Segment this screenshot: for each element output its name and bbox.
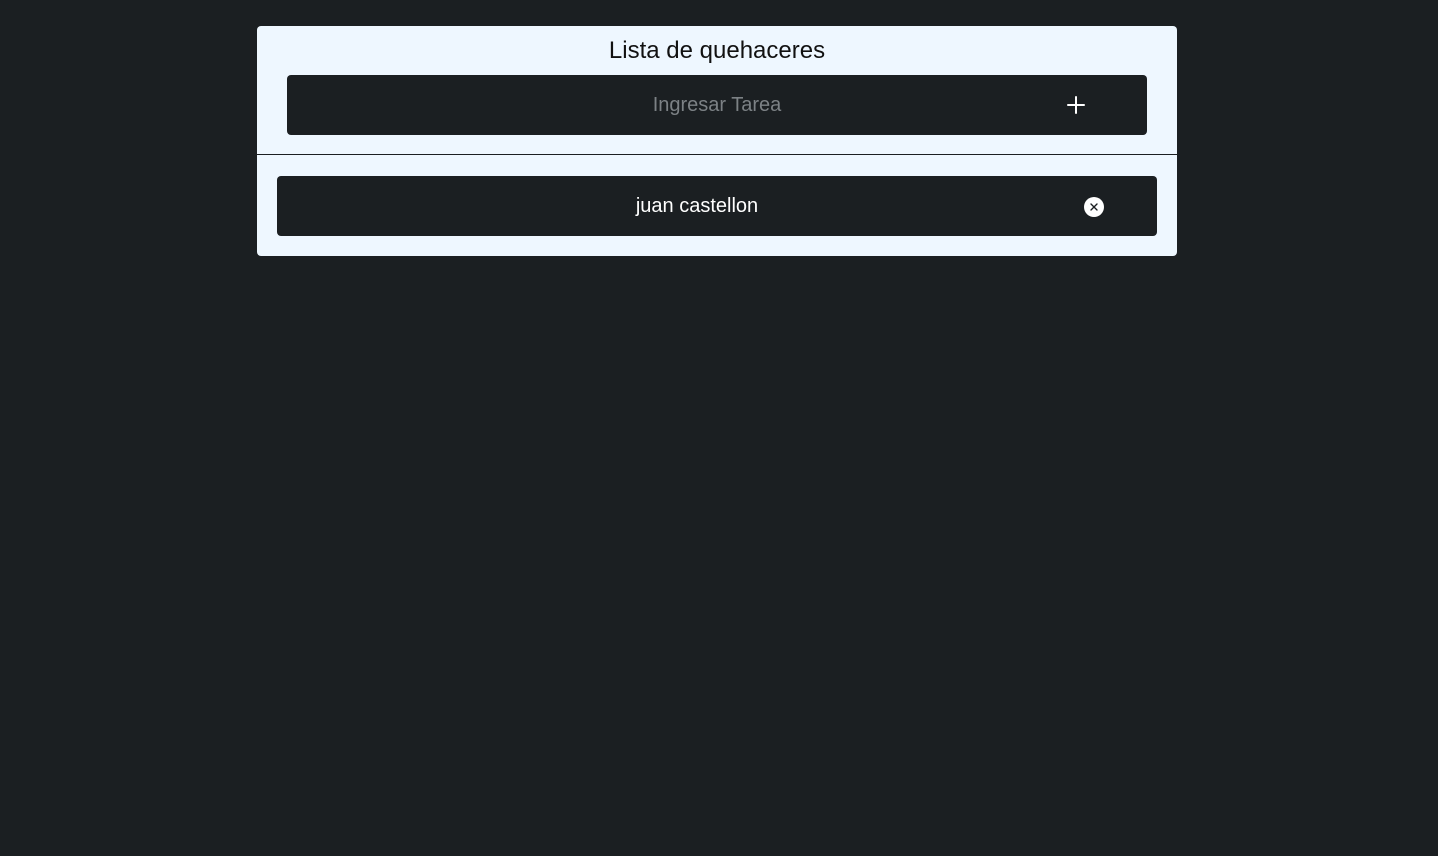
task-form (287, 75, 1147, 135)
task-input[interactable] (287, 75, 1147, 135)
task-list-item: juan castellon (277, 176, 1157, 236)
circle-x-icon (1084, 197, 1104, 217)
plus-icon (1067, 96, 1085, 114)
page-title: Lista de quehaceres (608, 37, 826, 64)
todo-card: Lista de quehaceres juan castellon (257, 26, 1177, 256)
add-task-button[interactable] (1061, 90, 1091, 120)
delete-task-button[interactable] (1084, 197, 1104, 217)
task-text: juan castellon (635, 195, 759, 217)
divider (257, 154, 1177, 155)
